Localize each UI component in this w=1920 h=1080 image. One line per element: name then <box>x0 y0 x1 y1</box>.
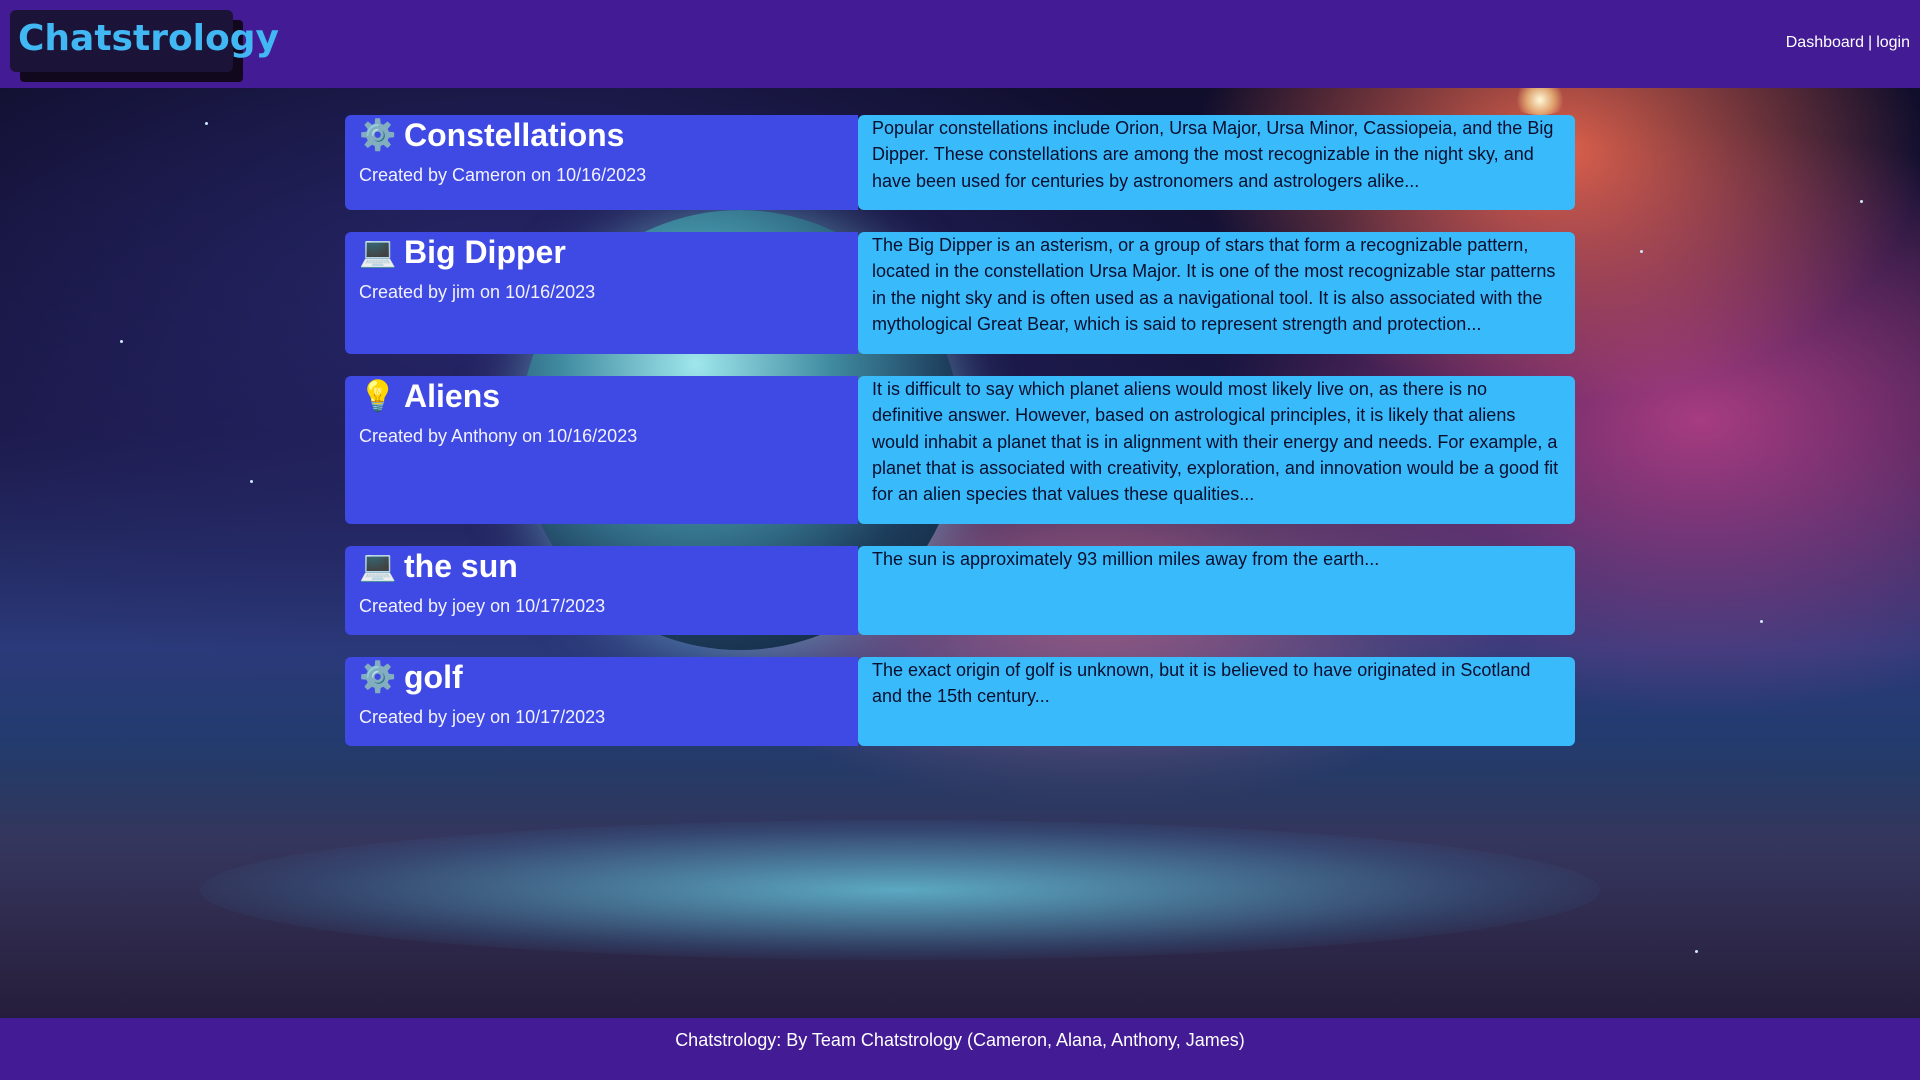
post-body: The sun is approximately 93 million mile… <box>858 546 1575 635</box>
lake-reflection <box>200 820 1600 960</box>
post-card[interactable]: 💡 Aliens Created by Anthony on 10/16/202… <box>345 376 1575 524</box>
post-header: 💻 the sun Created by joey on 10/17/2023 <box>345 546 858 635</box>
star <box>1640 250 1643 253</box>
post-card[interactable]: 💻 Big Dipper Created by jim on 10/16/202… <box>345 232 1575 354</box>
laptop-icon: 💻 <box>359 549 397 583</box>
star <box>1760 620 1763 623</box>
gear-icon: ⚙️ <box>359 118 397 152</box>
post-header: 💻 Big Dipper Created by jim on 10/16/202… <box>345 232 858 354</box>
post-card[interactable]: ⚙️ golf Created by joey on 10/17/2023 Th… <box>345 657 1575 746</box>
post-card[interactable]: 💻 the sun Created by joey on 10/17/2023 … <box>345 546 1575 635</box>
top-nav: Dashboard | login <box>1786 34 1910 52</box>
star <box>120 340 123 343</box>
star <box>205 122 208 125</box>
lightbulb-icon: 💡 <box>359 379 397 413</box>
post-title-row: 💡 Aliens <box>359 376 844 416</box>
site-header: Chatstrology Dashboard | login <box>0 0 1920 88</box>
post-title[interactable]: Aliens <box>404 378 500 415</box>
post-header: 💡 Aliens Created by Anthony on 10/16/202… <box>345 376 858 524</box>
post-body: Popular constellations include Orion, Ur… <box>858 115 1575 210</box>
star <box>1695 950 1698 953</box>
post-title[interactable]: golf <box>404 659 463 696</box>
nav-login-link[interactable]: login <box>1876 34 1910 51</box>
star-glow <box>1510 85 1570 115</box>
post-body: It is difficult to say which planet alie… <box>858 376 1575 524</box>
post-header: ⚙️ golf Created by joey on 10/17/2023 <box>345 657 858 746</box>
post-header: ⚙️ Constellations Created by Cameron on … <box>345 115 858 210</box>
post-card[interactable]: ⚙️ Constellations Created by Cameron on … <box>345 115 1575 210</box>
post-meta: Created by Cameron on 10/16/2023 <box>359 165 647 185</box>
post-meta: Created by joey on 10/17/2023 <box>359 596 606 616</box>
post-title[interactable]: Constellations <box>404 117 624 154</box>
site-footer: Chatstrology: By Team Chatstrology (Came… <box>0 1018 1920 1080</box>
post-meta: Created by joey on 10/17/2023 <box>359 707 606 727</box>
gear-icon: ⚙️ <box>359 660 397 694</box>
post-title-row: 💻 Big Dipper <box>359 232 844 272</box>
footer-text: Chatstrology: By Team Chatstrology (Came… <box>675 1030 1245 1050</box>
nav-dashboard-link[interactable]: Dashboard <box>1786 34 1864 51</box>
post-title-row: 💻 the sun <box>359 546 844 586</box>
laptop-icon: 💻 <box>359 235 397 269</box>
post-meta: Created by Anthony on 10/16/2023 <box>359 426 638 446</box>
post-title[interactable]: Big Dipper <box>404 234 566 271</box>
star <box>250 480 253 483</box>
logo-container: Chatstrology <box>10 10 279 82</box>
post-title[interactable]: the sun <box>404 548 518 585</box>
post-meta: Created by jim on 10/16/2023 <box>359 282 596 302</box>
post-title-row: ⚙️ golf <box>359 657 844 697</box>
post-body: The exact origin of golf is unknown, but… <box>858 657 1575 746</box>
nav-separator: | <box>1868 34 1873 51</box>
post-list: ⚙️ Constellations Created by Cameron on … <box>345 115 1575 768</box>
star <box>1860 200 1863 203</box>
site-logo[interactable]: Chatstrology <box>10 10 279 72</box>
post-title-row: ⚙️ Constellations <box>359 115 844 155</box>
post-body: The Big Dipper is an asterism, or a grou… <box>858 232 1575 354</box>
